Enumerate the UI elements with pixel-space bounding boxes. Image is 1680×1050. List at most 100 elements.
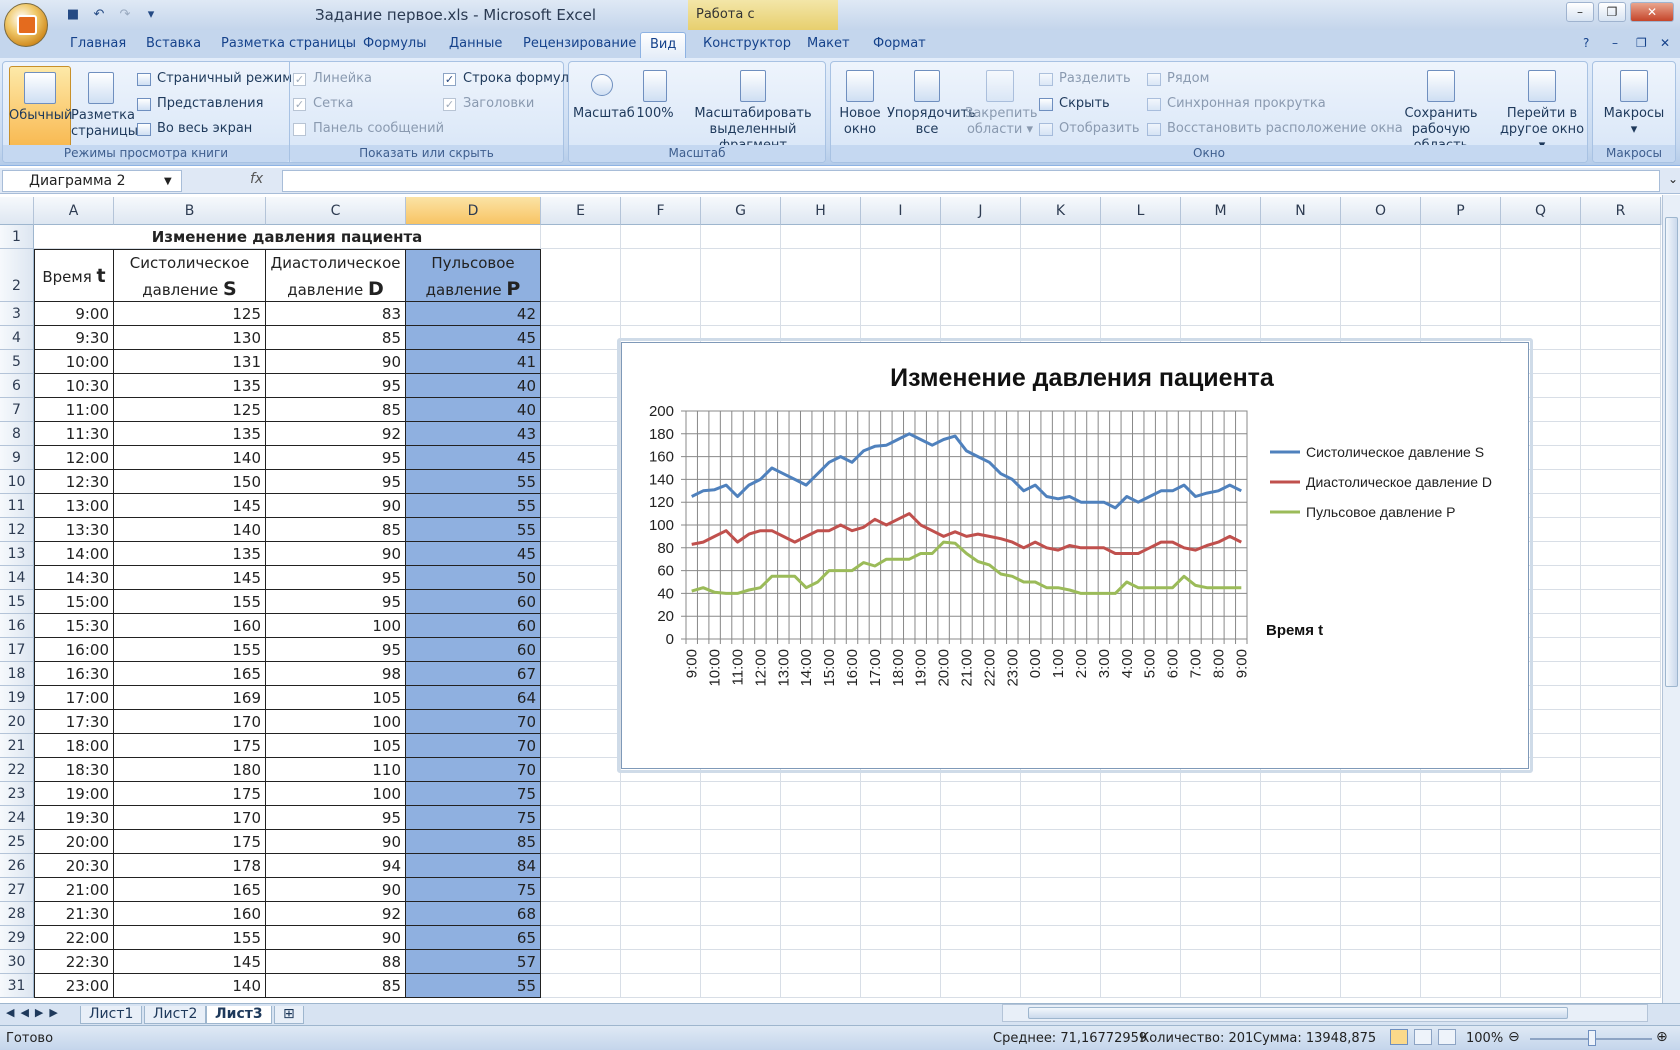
restore-button[interactable]: ❐ bbox=[1598, 2, 1626, 22]
grid-cell[interactable] bbox=[1501, 926, 1581, 950]
grid-cell[interactable] bbox=[941, 854, 1021, 878]
grid-cell[interactable] bbox=[1261, 926, 1341, 950]
table-cell[interactable]: 85 bbox=[266, 326, 406, 350]
table-cell[interactable]: 19:30 bbox=[34, 806, 114, 830]
grid-cell[interactable] bbox=[861, 225, 941, 249]
grid-cell[interactable] bbox=[1581, 854, 1661, 878]
grid-cell[interactable] bbox=[861, 302, 941, 326]
vertical-scroll-thumb[interactable] bbox=[1665, 217, 1678, 687]
grid-cell[interactable] bbox=[941, 806, 1021, 830]
table-cell[interactable]: 169 bbox=[114, 686, 266, 710]
grid-cell[interactable] bbox=[1421, 854, 1501, 878]
grid-cell[interactable] bbox=[1181, 782, 1261, 806]
grid-cell[interactable] bbox=[1261, 782, 1341, 806]
grid-cell[interactable] bbox=[541, 686, 621, 710]
grid-cell[interactable] bbox=[1101, 806, 1181, 830]
grid-cell[interactable] bbox=[541, 326, 621, 350]
grid-cell[interactable] bbox=[541, 710, 621, 734]
table-cell[interactable]: 165 bbox=[114, 878, 266, 902]
tab-formulas[interactable]: Формулы bbox=[363, 36, 426, 51]
grid-cell[interactable] bbox=[621, 782, 701, 806]
grid-cell[interactable] bbox=[1421, 249, 1501, 302]
table-cell[interactable]: 95 bbox=[266, 806, 406, 830]
grid-cell[interactable] bbox=[1581, 710, 1661, 734]
table-cell[interactable]: 100 bbox=[266, 710, 406, 734]
table-cell[interactable]: 125 bbox=[114, 398, 266, 422]
horizontal-scroll-thumb[interactable] bbox=[1028, 1007, 1568, 1019]
table-cell[interactable]: 88 bbox=[266, 950, 406, 974]
grid-cell[interactable] bbox=[621, 950, 701, 974]
grid-cell[interactable] bbox=[541, 950, 621, 974]
grid-cell[interactable] bbox=[621, 926, 701, 950]
row-header[interactable]: 4 bbox=[0, 326, 34, 350]
table-cell[interactable]: 55 bbox=[406, 494, 541, 518]
grid-cell[interactable] bbox=[1341, 806, 1421, 830]
grid-cell[interactable] bbox=[1581, 806, 1661, 830]
column-header-i[interactable]: I bbox=[861, 197, 941, 225]
table-cell[interactable]: 95 bbox=[266, 374, 406, 398]
grid-cell[interactable] bbox=[1261, 878, 1341, 902]
table-cell[interactable]: 100 bbox=[266, 782, 406, 806]
table-cell[interactable]: 131 bbox=[114, 350, 266, 374]
grid-cell[interactable] bbox=[701, 878, 781, 902]
grid-cell[interactable] bbox=[1581, 446, 1661, 470]
table-cell[interactable]: 9:00 bbox=[34, 302, 114, 326]
grid-cell[interactable] bbox=[941, 249, 1021, 302]
table-cell[interactable]: 75 bbox=[406, 878, 541, 902]
grid-cell[interactable] bbox=[1181, 830, 1261, 854]
grid-cell[interactable] bbox=[1421, 302, 1501, 326]
table-cell[interactable]: 70 bbox=[406, 710, 541, 734]
grid-cell[interactable] bbox=[1581, 566, 1661, 590]
grid-cell[interactable] bbox=[1021, 302, 1101, 326]
table-cell[interactable]: 145 bbox=[114, 494, 266, 518]
grid-cell[interactable] bbox=[1421, 878, 1501, 902]
table-cell[interactable]: 85 bbox=[266, 398, 406, 422]
grid-cell[interactable] bbox=[1581, 782, 1661, 806]
grid-cell[interactable] bbox=[781, 782, 861, 806]
row-header[interactable]: 3 bbox=[0, 302, 34, 326]
grid-cell[interactable] bbox=[1181, 878, 1261, 902]
sheet-tab-2[interactable]: Лист2 bbox=[144, 1006, 207, 1024]
table-cell[interactable]: 175 bbox=[114, 830, 266, 854]
grid-cell[interactable] bbox=[781, 806, 861, 830]
grid-cell[interactable] bbox=[541, 518, 621, 542]
grid-cell[interactable] bbox=[1581, 974, 1661, 998]
grid-cell[interactable] bbox=[1101, 854, 1181, 878]
table-cell[interactable]: 130 bbox=[114, 326, 266, 350]
row-header[interactable]: 7 bbox=[0, 398, 34, 422]
redo-icon[interactable]: ↷ bbox=[116, 6, 134, 24]
column-header-e[interactable]: E bbox=[541, 197, 621, 225]
table-cell[interactable]: 155 bbox=[114, 638, 266, 662]
table-cell[interactable]: 60 bbox=[406, 638, 541, 662]
zoom-selection-button[interactable]: Масштабировать выделенный фрагмент bbox=[681, 70, 825, 154]
grid-cell[interactable] bbox=[541, 566, 621, 590]
grid-cell[interactable] bbox=[1341, 249, 1421, 302]
grid-cell[interactable] bbox=[1341, 854, 1421, 878]
grid-cell[interactable] bbox=[1181, 902, 1261, 926]
table-cell[interactable]: 16:30 bbox=[34, 662, 114, 686]
minimize-button[interactable]: – bbox=[1566, 2, 1594, 22]
table-cell[interactable]: 65 bbox=[406, 926, 541, 950]
freeze-panes-button[interactable]: Закрепить области ▾ bbox=[965, 70, 1038, 138]
grid-cell[interactable] bbox=[1581, 494, 1661, 518]
grid-cell[interactable] bbox=[861, 782, 941, 806]
row-header[interactable]: 1 bbox=[0, 225, 34, 249]
reset-position-button[interactable]: Восстановить расположение окна bbox=[1167, 121, 1403, 136]
grid-cell[interactable] bbox=[1421, 782, 1501, 806]
column-header-l[interactable]: L bbox=[1101, 197, 1181, 225]
row-header[interactable]: 5 bbox=[0, 350, 34, 374]
sheet-title-cell[interactable]: Изменение давления пациента bbox=[34, 225, 541, 249]
grid-cell[interactable] bbox=[541, 830, 621, 854]
table-cell[interactable]: 90 bbox=[266, 926, 406, 950]
grid-cell[interactable] bbox=[541, 249, 621, 302]
grid-cell[interactable] bbox=[701, 830, 781, 854]
header-pulse[interactable]: Пульсовое давление P bbox=[406, 249, 541, 302]
tab-home[interactable]: Главная bbox=[70, 36, 126, 51]
zoom-out-icon[interactable]: ⊖ bbox=[1508, 1029, 1520, 1045]
table-cell[interactable]: 180 bbox=[114, 758, 266, 782]
table-cell[interactable]: 14:30 bbox=[34, 566, 114, 590]
table-cell[interactable]: 105 bbox=[266, 734, 406, 758]
grid-cell[interactable] bbox=[1181, 249, 1261, 302]
grid-cell[interactable] bbox=[1501, 974, 1581, 998]
table-cell[interactable]: 75 bbox=[406, 782, 541, 806]
